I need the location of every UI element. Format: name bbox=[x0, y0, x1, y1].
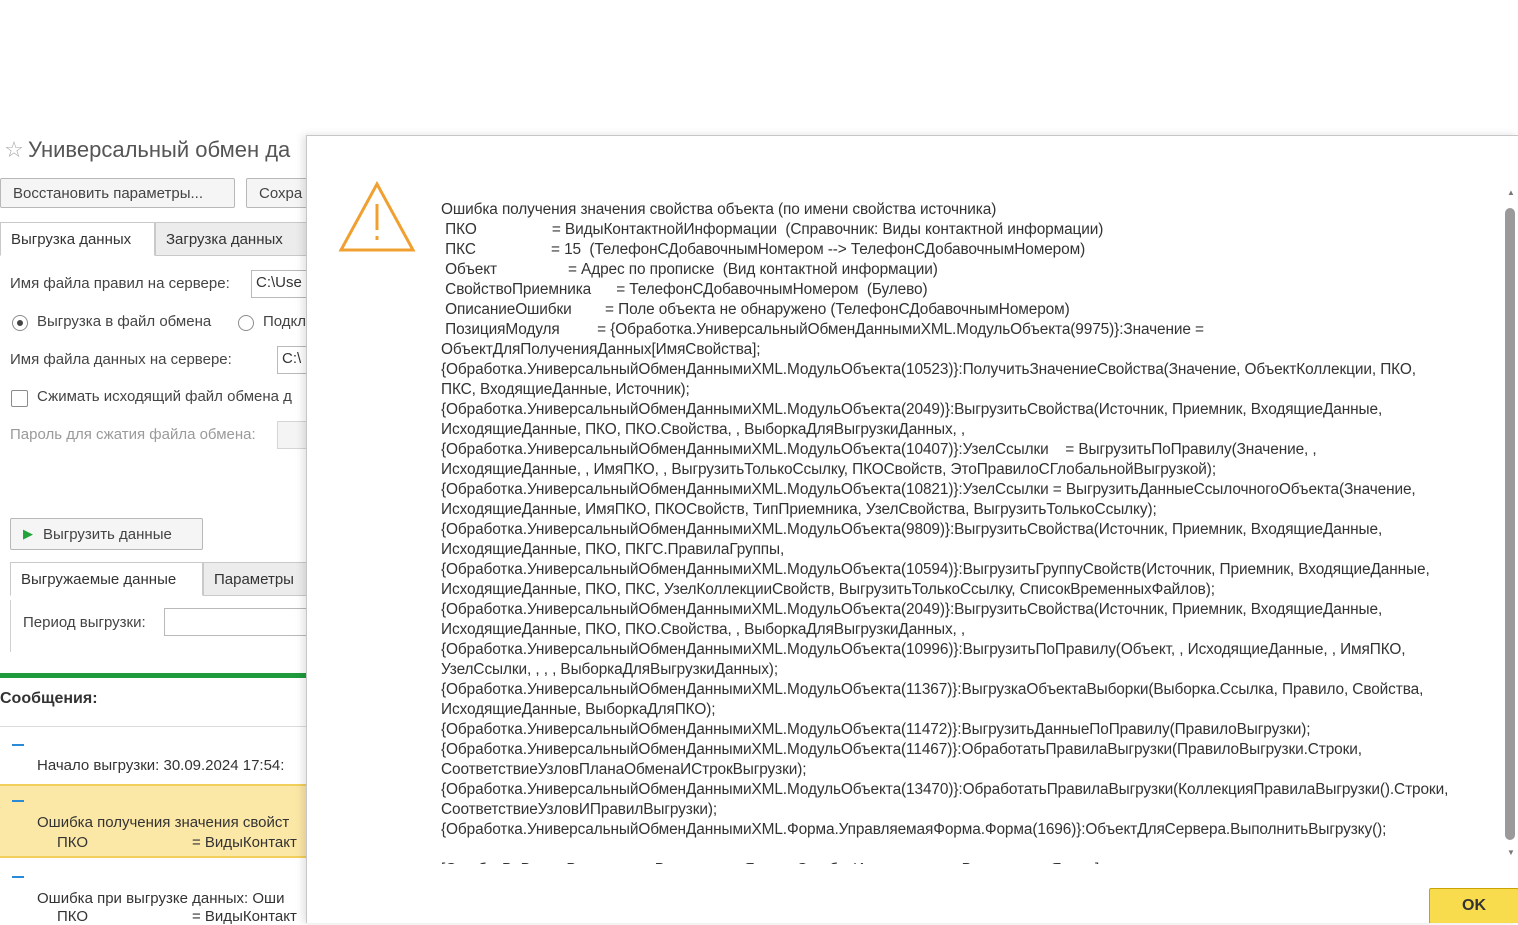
message-sub-key: ПКО bbox=[57, 834, 89, 851]
favorite-star-icon[interactable]: ☆ bbox=[0, 137, 28, 163]
message-sub-value: = ВидыКонтакт bbox=[192, 834, 297, 851]
period-label: Период выгрузки: bbox=[23, 614, 146, 631]
warning-triangle-icon bbox=[338, 180, 416, 252]
message-text: Ошибка получения значения свойст bbox=[37, 814, 290, 831]
export-to-file-label: Выгрузка в файл обмена bbox=[37, 313, 212, 330]
error-dialog: Ошибка получения значения свойства объек… bbox=[306, 135, 1518, 923]
form-title-row: ☆ Универсальный обмен да bbox=[0, 134, 290, 166]
message-text: Ошибка при выгрузке данных: Оши bbox=[37, 890, 285, 907]
ok-button[interactable]: OK bbox=[1429, 888, 1518, 923]
messages-title: Сообщения: bbox=[0, 690, 98, 707]
message-sub-value: = ВидыКонтакт bbox=[192, 908, 297, 925]
password-label: Пароль для сжатия файла обмена: bbox=[10, 426, 256, 443]
message-item[interactable]: Ошибка при выгрузке данных: Оши ПКО = Ви… bbox=[0, 860, 308, 925]
scrollbar-thumb[interactable] bbox=[1505, 208, 1515, 840]
data-file-label: Имя файла данных на сервере: bbox=[10, 351, 232, 368]
play-icon: ▶ bbox=[23, 526, 33, 541]
message-text: Начало выгрузки: 30.09.2024 17:54: bbox=[37, 757, 285, 774]
export-data-button[interactable]: ▶ Выгрузить данные bbox=[10, 518, 203, 550]
export-to-file-radio[interactable] bbox=[12, 315, 28, 331]
compress-checkbox[interactable] bbox=[11, 390, 28, 407]
message-item-selected[interactable]: Ошибка получения значения свойст ПКО = В… bbox=[0, 784, 308, 858]
message-dash-icon bbox=[12, 800, 24, 802]
message-sub-key: ПКО bbox=[57, 908, 89, 925]
error-message-text: Ошибка получения значения свойства объек… bbox=[441, 201, 1449, 864]
messages-separator bbox=[0, 726, 308, 727]
tab-import[interactable]: Загрузка данных bbox=[155, 222, 315, 256]
tab-exported-data[interactable]: Выгружаемые данные bbox=[10, 562, 203, 596]
connect-radio-label: Подкл bbox=[263, 313, 307, 330]
message-item[interactable]: Начало выгрузки: 30.09.2024 17:54: bbox=[0, 730, 308, 784]
message-dash-icon bbox=[12, 876, 24, 878]
connect-radio[interactable] bbox=[238, 315, 254, 331]
tab-export[interactable]: Выгрузка данных bbox=[0, 222, 155, 256]
scroll-down-arrow-icon[interactable]: ▼ bbox=[1507, 848, 1515, 857]
tab-parameters[interactable]: Параметры bbox=[203, 562, 313, 596]
restore-params-button[interactable]: Восстановить параметры... bbox=[0, 178, 235, 208]
message-dash-icon bbox=[12, 744, 24, 746]
form-title: Универсальный обмен да bbox=[28, 137, 291, 162]
compress-checkbox-label: Сжимать исходящий файл обмена д bbox=[37, 388, 292, 405]
scroll-up-arrow-icon[interactable]: ▲ bbox=[1507, 188, 1515, 197]
rules-file-label: Имя файла правил на сервере: bbox=[10, 275, 230, 292]
messages-divider bbox=[0, 673, 308, 678]
export-data-button-label: Выгрузить данные bbox=[43, 525, 172, 543]
